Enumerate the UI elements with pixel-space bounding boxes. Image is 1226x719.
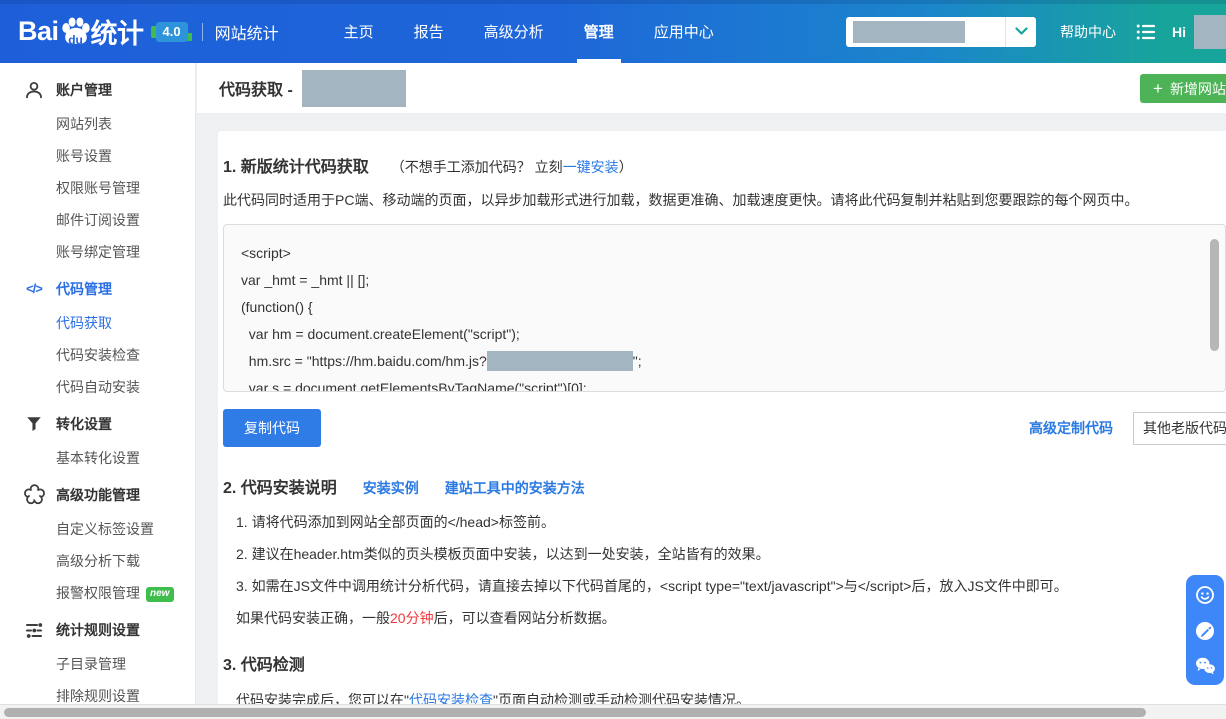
redacted-username[interactable] xyxy=(1194,14,1226,49)
funnel-icon xyxy=(23,415,45,433)
top-navigation-bar: Bai du 统计 4.0 网站统计 主页 报告 高级分析 管理 应用中心 帮助… xyxy=(0,0,1226,63)
install-step-3: 3. 如需在JS文件中调用统计分析代码，请直接去掉以下代码首尾的，<script… xyxy=(236,578,1068,594)
horizontal-scrollbar-thumb[interactable] xyxy=(4,708,1146,717)
main-navigation: 主页 报告 高级分析 管理 应用中心 xyxy=(324,0,734,63)
sliders-icon xyxy=(23,620,45,640)
site-selector-dropdown[interactable] xyxy=(846,16,1036,47)
chevron-down-icon[interactable] xyxy=(1006,27,1036,36)
sidebar-item-subdirectory-management[interactable]: 子目录管理 xyxy=(0,648,195,680)
section1-heading: 1. 新版统计代码获取 xyxy=(223,159,369,176)
section2-heading: 2. 代码安装说明 xyxy=(223,480,337,497)
list-menu-icon[interactable] xyxy=(1136,23,1156,41)
customer-service-icon[interactable] xyxy=(1194,584,1216,606)
logo-divider xyxy=(201,22,203,41)
code-line: var _hmt = _hmt || []; xyxy=(241,272,370,288)
redacted-site-name xyxy=(853,20,965,43)
page-header: 代码获取 - + 新增网站 xyxy=(197,63,1226,113)
one-click-install-link[interactable]: 一键安装 xyxy=(563,159,619,175)
install-step-2: 2. 建议在header.htm类似的页头模板页面中安装，以达到一处安装，全站皆… xyxy=(236,546,770,562)
sidebar: 账户管理 网站列表 账号设置 权限账号管理 邮件订阅设置 账号绑定管理 </> … xyxy=(0,63,196,719)
sidebar-section-advanced-features[interactable]: 高级功能管理 xyxy=(0,476,195,513)
feedback-pencil-icon[interactable] xyxy=(1194,620,1216,642)
user-greeting: Hi xyxy=(1172,23,1186,40)
horizontal-scrollbar[interactable] xyxy=(0,704,1226,719)
sidebar-item-code-acquisition[interactable]: 代码获取 xyxy=(0,307,195,339)
section1-description: 此代码同时适用于PC端、移动端的页面，以异步加载形式进行加载，数据更准确、加载速… xyxy=(223,192,1139,208)
product-name: 网站统计 xyxy=(214,25,279,43)
time-highlight: 20分钟 xyxy=(390,610,434,626)
nav-advanced-analysis[interactable]: 高级分析 xyxy=(464,0,564,63)
code-line: <script> xyxy=(241,245,291,261)
sidebar-section-conversion-settings[interactable]: 转化设置 xyxy=(0,405,195,442)
sidebar-item-site-list[interactable]: 网站列表 xyxy=(0,108,195,140)
code-vertical-scrollbar[interactable] xyxy=(1210,239,1219,351)
section3-heading: 3. 代码检测 xyxy=(223,657,305,674)
nav-report[interactable]: 报告 xyxy=(394,0,464,63)
advanced-custom-code-link[interactable]: 高级定制代码 xyxy=(1029,418,1113,438)
plus-icon: + xyxy=(1153,78,1163,98)
baidu-tongji-logo[interactable]: Bai du 统计 4.0 网站统计 xyxy=(18,12,279,51)
code-line: var s = document.getElementsByTagName("s… xyxy=(241,380,587,392)
sidebar-item-advanced-download[interactable]: 高级分析下载 xyxy=(0,545,195,577)
page-title: 代码获取 - xyxy=(219,69,406,107)
legacy-code-select[interactable]: 其他老版代码 xyxy=(1133,411,1226,445)
wechat-icon[interactable] xyxy=(1194,656,1217,676)
code-line: (function() { xyxy=(241,299,313,315)
sidebar-item-code-auto-install[interactable]: 代码自动安装 xyxy=(0,371,195,403)
redacted-tracking-id xyxy=(486,351,633,371)
sidebar-section-account-management[interactable]: 账户管理 xyxy=(0,71,195,108)
sidebar-section-code-management[interactable]: </> 代码管理 xyxy=(0,270,195,307)
code-icon: </> xyxy=(26,281,43,296)
sidebar-item-email-subscription[interactable]: 邮件订阅设置 xyxy=(0,204,195,236)
install-step-1: 1. 请将代码添加到网站全部页面的</head>标签前。 xyxy=(236,514,555,530)
sidebar-item-account-settings[interactable]: 账号设置 xyxy=(0,140,195,172)
sidebar-item-account-binding[interactable]: 账号绑定管理 xyxy=(0,236,195,268)
nav-app-center[interactable]: 应用中心 xyxy=(634,0,734,63)
content-area: 1. 新版统计代码获取 （不想手工添加代码？ 立刻一键安装） 此代码同时适用于P… xyxy=(197,113,1226,719)
code-line: hm.src = "https://hm.baidu.com/hm.js? "; xyxy=(241,351,642,371)
logo-text-bai: Bai xyxy=(18,16,59,46)
logo-text-tongji: 统计 xyxy=(90,19,145,49)
install-example-link[interactable]: 安装实例 xyxy=(363,478,419,498)
tracking-code-block[interactable]: <script> var _hmt = _hmt || []; (functio… xyxy=(223,224,1226,392)
code-line: var hm = document.createElement("script"… xyxy=(241,326,520,342)
user-icon xyxy=(23,80,45,100)
sidebar-item-permission-accounts[interactable]: 权限账号管理 xyxy=(0,172,195,204)
sidebar-section-statistics-rules[interactable]: 统计规则设置 xyxy=(0,611,195,648)
section1-hint: （不想手工添加代码？ 立刻一键安装） xyxy=(390,159,633,175)
topbar-right-cluster: 帮助中心 Hi xyxy=(846,0,1226,63)
sidebar-item-code-install-check[interactable]: 代码安装检查 xyxy=(0,339,195,371)
site-builder-install-link[interactable]: 建站工具中的安装方法 xyxy=(445,478,585,498)
sidebar-item-basic-conversion[interactable]: 基本转化设置 xyxy=(0,442,195,474)
nav-home[interactable]: 主页 xyxy=(324,0,394,63)
version-badge: 4.0 xyxy=(150,21,192,42)
app-window: Bai du 统计 4.0 网站统计 主页 报告 高级分析 管理 应用中心 帮助… xyxy=(0,0,1226,719)
redacted-site-name xyxy=(301,69,406,107)
install-note: 如果代码安装正确，一般20分钟后，可以查看网站分析数据。 xyxy=(236,610,616,626)
help-center-link[interactable]: 帮助中心 xyxy=(1060,22,1116,42)
code-acquisition-card: 1. 新版统计代码获取 （不想手工添加代码？ 立刻一键安装） 此代码同时适用于P… xyxy=(218,131,1226,719)
flower-icon xyxy=(23,484,45,505)
nav-manage[interactable]: 管理 xyxy=(564,0,634,63)
baidu-paw-icon: du xyxy=(58,14,94,50)
add-site-button[interactable]: + 新增网站 xyxy=(1140,74,1226,103)
copy-code-button[interactable]: 复制代码 xyxy=(223,409,321,447)
sidebar-item-custom-tags[interactable]: 自定义标签设置 xyxy=(0,513,195,545)
floating-help-panel xyxy=(1186,575,1224,685)
sidebar-item-alert-permission[interactable]: 报警权限管理 new xyxy=(0,577,195,609)
new-badge: new xyxy=(146,587,175,602)
logo-text-du: du xyxy=(68,32,83,47)
